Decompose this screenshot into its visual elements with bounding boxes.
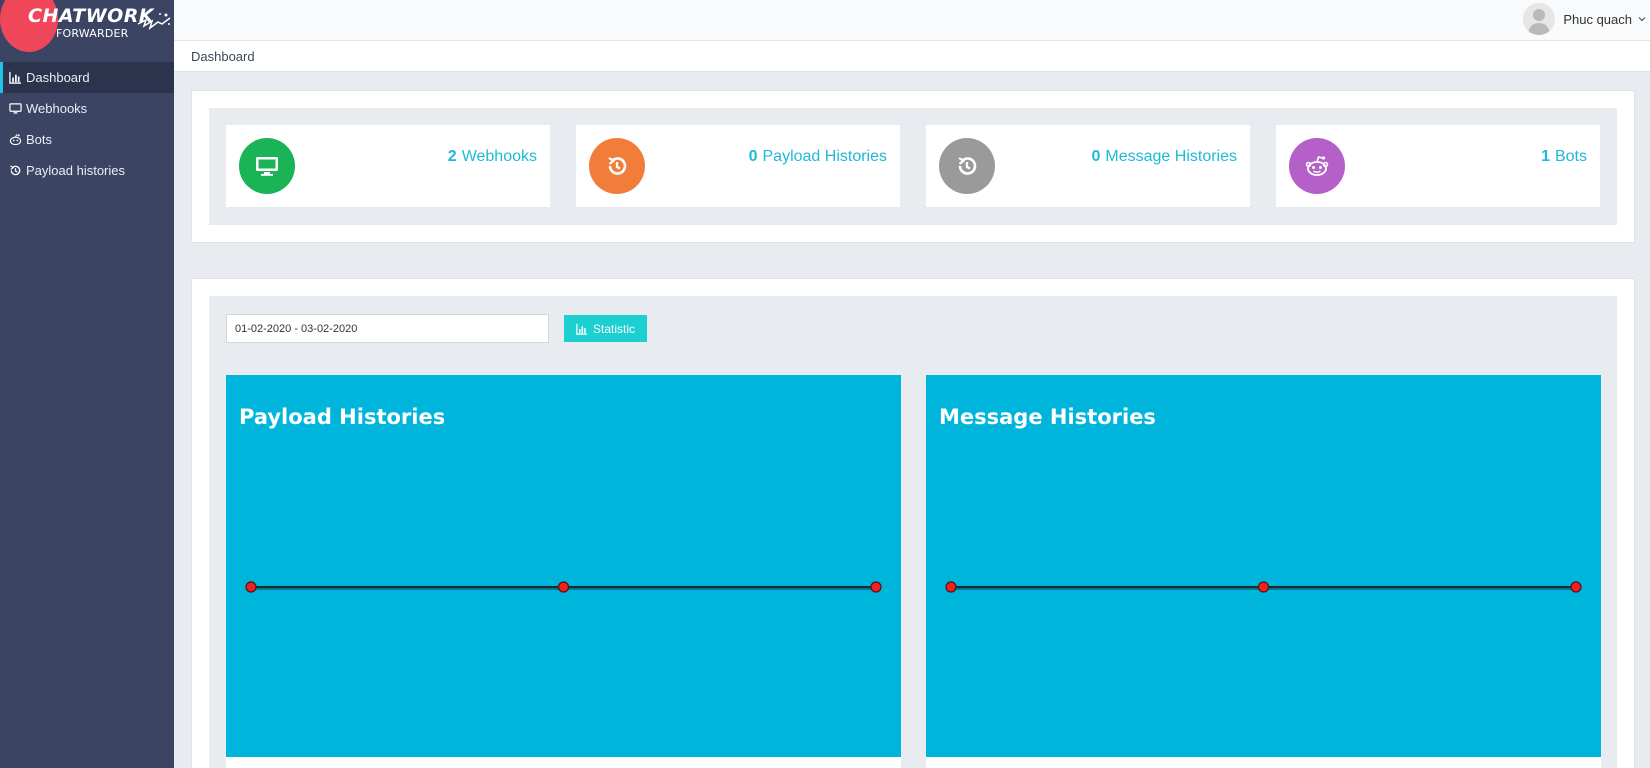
history-icon (958, 157, 977, 175)
sidebar-nav: Dashboard Webhooks Bots Payload historie… (0, 62, 174, 186)
statistics-panel: Statistic Payload Histories Message Hist… (191, 278, 1635, 768)
stat-icon-message-histories (939, 138, 995, 194)
data-point[interactable] (1570, 581, 1582, 593)
stat-card-webhooks[interactable]: 2 Webhooks (226, 125, 550, 207)
stat-label: Webhooks (461, 148, 537, 165)
bar-chart-icon (9, 71, 22, 84)
stat-count: 0 (748, 148, 758, 165)
payload-histories-plot (245, 581, 882, 593)
reddit-icon (1305, 156, 1329, 176)
desktop-icon (256, 157, 278, 176)
sidebar: CHATWORK FORWARDER Dashboard Webhooks Bo… (0, 0, 174, 768)
sidebar-item-webhooks[interactable]: Webhooks (0, 93, 174, 124)
stat-text-message-histories: 0 Message Histories (1091, 148, 1237, 166)
message-chart-footer (926, 757, 1601, 768)
logo-subtitle: FORWARDER (56, 27, 129, 40)
history-icon (9, 164, 22, 177)
stat-card-bots[interactable]: 1 Bots (1276, 125, 1600, 207)
data-point[interactable] (945, 581, 957, 593)
stat-label: Message Histories (1105, 148, 1237, 165)
logo-splash-icon (137, 13, 171, 30)
data-point[interactable] (245, 581, 257, 593)
sidebar-item-bots[interactable]: Bots (0, 124, 174, 155)
user-menu[interactable]: Phuc quach (1523, 3, 1650, 35)
bar-chart-icon (576, 323, 588, 335)
stat-count: 2 (447, 148, 457, 165)
breadcrumb-current: Dashboard (191, 48, 255, 64)
data-point[interactable] (557, 581, 570, 593)
statistics-panel-inner: Statistic Payload Histories Message Hist… (209, 296, 1617, 768)
sidebar-item-payload-histories[interactable]: Payload histories (0, 155, 174, 186)
stat-icon-payload-histories (589, 138, 645, 194)
brand-logo[interactable]: CHATWORK FORWARDER (0, 0, 174, 62)
sidebar-item-label: Webhooks (26, 101, 88, 116)
data-point[interactable] (870, 581, 882, 593)
statistic-button[interactable]: Statistic (564, 315, 647, 342)
date-range-input[interactable] (226, 314, 549, 343)
history-icon (608, 157, 627, 175)
stat-label: Payload Histories (762, 148, 888, 165)
stats-panel: 2 Webhooks 0 Payload Histories 0 Message Hi… (191, 90, 1635, 243)
stats-panel-inner: 2 Webhooks 0 Payload Histories 0 Message Hi… (209, 108, 1617, 225)
stat-text-payload-histories: 0 Payload Histories (749, 148, 887, 166)
payload-histories-chart: Payload Histories (226, 375, 901, 757)
sidebar-item-label: Payload histories (26, 163, 125, 178)
payload-chart-footer (226, 757, 901, 768)
statistic-button-label: Statistic (592, 321, 635, 336)
sidebar-item-dashboard[interactable]: Dashboard (0, 62, 174, 93)
sidebar-item-label: Bots (26, 132, 53, 147)
stat-text-webhooks: 2 Webhooks (448, 148, 537, 166)
message-histories-chart: Message Histories (926, 375, 1601, 757)
reddit-icon (9, 133, 22, 146)
stat-count: 0 (1091, 148, 1101, 165)
stat-card-message-histories[interactable]: 0 Message Histories (926, 125, 1250, 207)
stat-text-bots: 1 Bots (1541, 148, 1587, 166)
stat-label: Bots (1554, 148, 1587, 165)
stat-count: 1 (1541, 148, 1550, 165)
chevron-down-icon[interactable] (1636, 13, 1648, 25)
topbar: Phuc quach (174, 0, 1650, 41)
avatar[interactable] (1523, 3, 1556, 35)
data-point[interactable] (1257, 581, 1270, 593)
user-name[interactable]: Phuc quach (1563, 12, 1632, 27)
stat-icon-bots (1289, 138, 1345, 194)
sidebar-item-label: Dashboard (26, 70, 90, 85)
stat-icon-webhooks (239, 138, 295, 194)
stat-card-payload-histories[interactable]: 0 Payload Histories (576, 125, 900, 207)
message-histories-plot (945, 581, 1582, 593)
desktop-icon (9, 102, 22, 115)
breadcrumb: Dashboard (174, 41, 1650, 72)
